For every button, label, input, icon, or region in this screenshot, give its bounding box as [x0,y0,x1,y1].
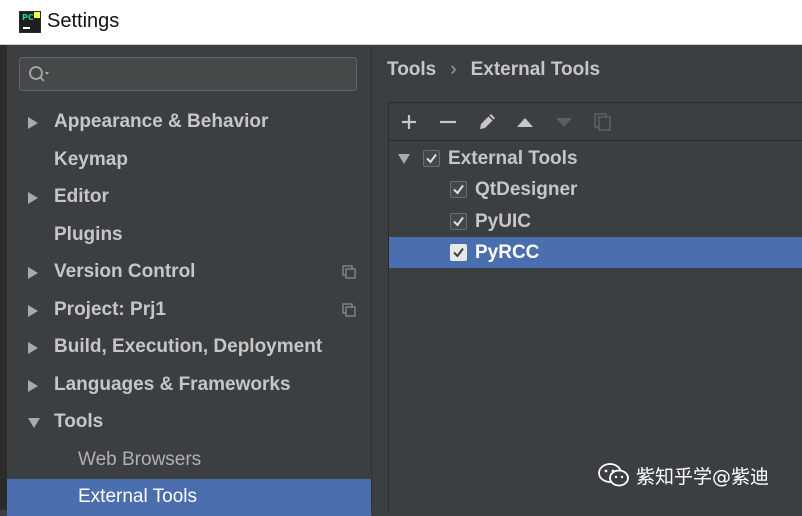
breadcrumb-parent[interactable]: Tools [387,59,436,80]
sidebar-item-label: Version Control [54,261,196,282]
background-window-edge [0,45,7,510]
breadcrumb-current: External Tools [470,59,601,80]
tree-item-pyrcc[interactable]: PyRCC [389,237,802,268]
sidebar-item-label: Plugins [54,224,123,245]
title-bar: PC Settings [0,0,802,45]
window-title: Settings [47,10,120,32]
settings-sidebar: Appearance & Behavior Keymap Editor Plug… [7,45,371,516]
tools-toolbar [389,103,802,141]
move-down-icon[interactable] [553,112,575,132]
expand-arrow-icon[interactable] [27,116,39,130]
tree-item-qtdesigner[interactable]: QtDesigner [389,174,802,205]
tree-item-pyuic[interactable]: PyUIC [389,206,802,237]
sidebar-item-tools[interactable]: Tools [7,404,371,441]
settings-content: Tools › External Tools External Tools Qt… [372,45,802,511]
sidebar-item-appearance-behavior[interactable]: Appearance & Behavior [7,104,371,141]
tree-group-label: External Tools [448,148,578,169]
checkmark-icon [453,216,464,227]
external-tools-panel: External Tools QtDesigner PyUIC PyRCC [388,102,802,511]
sidebar-item-keymap[interactable]: Keymap [7,142,371,179]
group-checkbox[interactable] [423,150,440,167]
expand-arrow-icon[interactable] [27,341,39,355]
sidebar-item-label: Tools [54,411,104,432]
remove-icon[interactable] [437,112,459,132]
tree-item-label: QtDesigner [475,179,578,200]
sidebar-item-project[interactable]: Project: Prj1 [7,292,371,329]
checkmark-icon [453,184,464,195]
sidebar-item-languages-frameworks[interactable]: Languages & Frameworks [7,367,371,404]
sidebar-item-web-browsers[interactable]: Web Browsers [7,442,371,479]
tool-checkbox[interactable] [450,213,467,230]
search-input[interactable] [54,62,353,88]
sidebar-item-external-tools[interactable]: External Tools [7,479,371,516]
collapse-arrow-icon[interactable] [27,417,41,429]
move-up-icon[interactable] [514,112,536,132]
watermark-text: 紫知乎学@紫迪 [636,466,770,488]
tool-checkbox[interactable] [450,244,467,261]
tool-checkbox[interactable] [450,181,467,198]
sidebar-item-label: External Tools [78,486,197,507]
sidebar-item-label: Keymap [54,149,128,170]
add-icon[interactable] [398,112,420,132]
expand-arrow-icon[interactable] [27,266,39,280]
tree-item-label: PyUIC [475,211,531,232]
edit-icon[interactable] [476,112,498,132]
sidebar-item-version-control[interactable]: Version Control [7,254,371,291]
checkmark-icon [453,247,464,258]
breadcrumb: Tools › External Tools [387,59,600,81]
sidebar-item-label: Web Browsers [78,449,202,470]
tree-item-label: PyRCC [475,242,540,263]
sidebar-item-label: Build, Execution, Deployment [54,336,323,357]
breadcrumb-separator: › [450,59,457,80]
checkmark-icon [426,153,437,164]
sidebar-item-plugins[interactable]: Plugins [7,217,371,254]
sidebar-item-label: Project: Prj1 [54,299,166,320]
wechat-icon [598,463,629,487]
expand-arrow-icon[interactable] [27,379,39,393]
pycharm-icon: PC [19,11,41,33]
tree-group-external-tools[interactable]: External Tools [389,143,802,174]
sidebar-item-label: Editor [54,186,109,207]
expand-arrow-icon[interactable] [27,304,39,318]
sidebar-item-build-execution-deployment[interactable]: Build, Execution, Deployment [7,329,371,366]
copy-icon [342,303,356,317]
copy-icon [342,265,356,279]
copy-icon[interactable] [592,112,614,132]
search-icon [29,66,49,82]
collapse-arrow-icon[interactable] [397,153,411,165]
search-field[interactable] [19,57,357,91]
expand-arrow-icon[interactable] [27,191,39,205]
sidebar-item-editor[interactable]: Editor [7,179,371,216]
sidebar-item-label: Appearance & Behavior [54,111,269,132]
sidebar-item-label: Languages & Frameworks [54,374,291,395]
